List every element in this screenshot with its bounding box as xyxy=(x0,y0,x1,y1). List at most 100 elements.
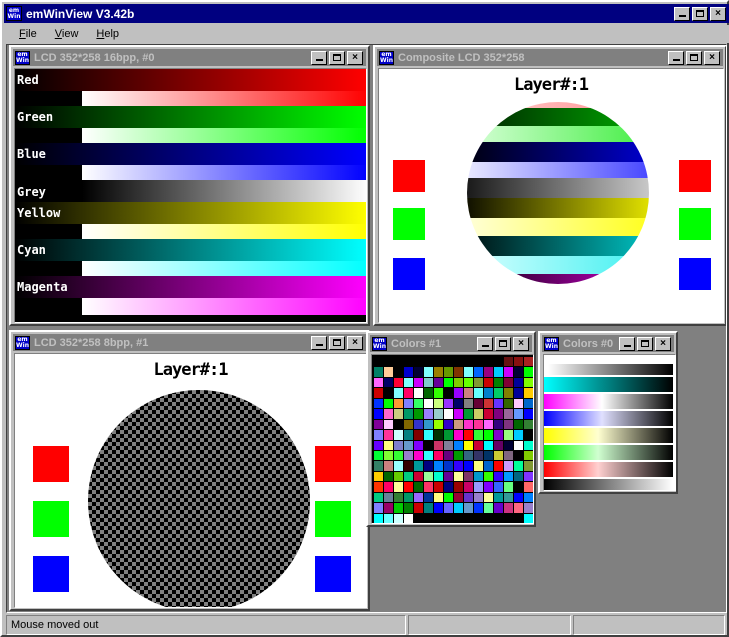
palette-swatch[interactable] xyxy=(524,430,533,440)
palette-swatch[interactable] xyxy=(424,398,433,409)
palette-swatch[interactable] xyxy=(444,377,453,388)
palette-swatch[interactable] xyxy=(394,419,403,430)
palette-swatch[interactable] xyxy=(404,513,413,523)
palette-swatch[interactable] xyxy=(504,357,513,367)
palette-swatch[interactable] xyxy=(504,409,513,419)
palette-swatch[interactable] xyxy=(474,450,483,461)
palette-swatch[interactable] xyxy=(474,388,483,398)
palette-swatch[interactable] xyxy=(454,357,463,367)
palette-swatch[interactable] xyxy=(374,430,383,440)
palette-swatch[interactable] xyxy=(404,492,413,503)
palette-swatch[interactable] xyxy=(424,357,433,367)
palette-swatch[interactable] xyxy=(424,430,433,440)
palette-swatch[interactable] xyxy=(404,503,413,513)
palette-swatch[interactable] xyxy=(514,419,523,430)
palette-swatch[interactable] xyxy=(464,377,473,388)
palette-swatch[interactable] xyxy=(474,419,483,430)
palette-swatch[interactable] xyxy=(404,461,413,471)
palette-swatch[interactable] xyxy=(474,471,483,482)
palette-swatch[interactable] xyxy=(394,357,403,367)
palette-swatch[interactable] xyxy=(394,513,403,523)
palette-swatch[interactable] xyxy=(394,409,403,419)
palette-swatch[interactable] xyxy=(484,409,493,419)
palette-swatch[interactable] xyxy=(514,513,523,523)
palette-swatch[interactable] xyxy=(514,450,523,461)
palette-swatch[interactable] xyxy=(514,388,523,398)
palette-swatch[interactable] xyxy=(464,503,473,513)
palette-swatch[interactable] xyxy=(424,471,433,482)
palette-swatch[interactable] xyxy=(524,367,533,377)
palette-swatch[interactable] xyxy=(414,398,423,409)
palette-swatch[interactable] xyxy=(454,461,463,471)
color-palette-grid[interactable] xyxy=(374,357,533,523)
palette-swatch[interactable] xyxy=(474,409,483,419)
palette-swatch[interactable] xyxy=(524,450,533,461)
palette-swatch[interactable] xyxy=(384,503,393,513)
palette-swatch[interactable] xyxy=(434,409,443,419)
palette-swatch[interactable] xyxy=(484,471,493,482)
colors0-canvas[interactable] xyxy=(543,354,676,491)
palette-swatch[interactable] xyxy=(444,513,453,523)
palette-swatch[interactable] xyxy=(384,367,393,377)
palette-swatch[interactable] xyxy=(444,450,453,461)
palette-swatch[interactable] xyxy=(444,398,453,409)
palette-swatch[interactable] xyxy=(414,482,423,492)
palette-swatch[interactable] xyxy=(374,482,383,492)
close-button[interactable]: × xyxy=(347,335,363,350)
palette-swatch[interactable] xyxy=(454,482,463,492)
palette-swatch[interactable] xyxy=(454,471,463,482)
palette-swatch[interactable] xyxy=(514,461,523,471)
palette-swatch[interactable] xyxy=(424,513,433,523)
palette-swatch[interactable] xyxy=(374,461,383,471)
palette-swatch[interactable] xyxy=(384,440,393,450)
palette-swatch[interactable] xyxy=(474,398,483,409)
palette-swatch[interactable] xyxy=(424,419,433,430)
maximize-button[interactable] xyxy=(692,6,708,21)
palette-swatch[interactable] xyxy=(494,450,503,461)
close-button[interactable]: × xyxy=(347,50,363,65)
palette-swatch[interactable] xyxy=(524,398,533,409)
palette-swatch[interactable] xyxy=(454,388,463,398)
palette-swatch[interactable] xyxy=(514,440,523,450)
palette-swatch[interactable] xyxy=(404,440,413,450)
palette-swatch[interactable] xyxy=(484,450,493,461)
palette-swatch[interactable] xyxy=(484,492,493,503)
palette-swatch[interactable] xyxy=(504,492,513,503)
palette-swatch[interactable] xyxy=(414,430,423,440)
palette-swatch[interactable] xyxy=(524,357,533,367)
palette-swatch[interactable] xyxy=(394,461,403,471)
minimize-button[interactable] xyxy=(477,336,493,351)
palette-swatch[interactable] xyxy=(524,492,533,503)
palette-swatch[interactable] xyxy=(504,388,513,398)
composite-canvas[interactable]: Layer#:1 xyxy=(378,68,724,323)
close-button[interactable]: × xyxy=(655,336,671,351)
palette-swatch[interactable] xyxy=(504,377,513,388)
palette-swatch[interactable] xyxy=(374,471,383,482)
palette-swatch[interactable] xyxy=(394,482,403,492)
palette-swatch[interactable] xyxy=(434,430,443,440)
palette-swatch[interactable] xyxy=(444,367,453,377)
palette-swatch[interactable] xyxy=(404,419,413,430)
palette-swatch[interactable] xyxy=(374,398,383,409)
palette-swatch[interactable] xyxy=(434,471,443,482)
palette-swatch[interactable] xyxy=(464,367,473,377)
palette-swatch[interactable] xyxy=(464,388,473,398)
palette-swatch[interactable] xyxy=(434,482,443,492)
palette-swatch[interactable] xyxy=(464,440,473,450)
palette-swatch[interactable] xyxy=(514,471,523,482)
palette-swatch[interactable] xyxy=(504,503,513,513)
palette-swatch[interactable] xyxy=(484,503,493,513)
palette-swatch[interactable] xyxy=(394,398,403,409)
palette-swatch[interactable] xyxy=(384,388,393,398)
palette-swatch[interactable] xyxy=(384,513,393,523)
palette-swatch[interactable] xyxy=(384,357,393,367)
palette-swatch[interactable] xyxy=(454,492,463,503)
palette-swatch[interactable] xyxy=(394,440,403,450)
palette-swatch[interactable] xyxy=(504,440,513,450)
palette-swatch[interactable] xyxy=(494,430,503,440)
palette-swatch[interactable] xyxy=(494,419,503,430)
palette-swatch[interactable] xyxy=(454,409,463,419)
palette-swatch[interactable] xyxy=(474,367,483,377)
palette-swatch[interactable] xyxy=(524,388,533,398)
palette-swatch[interactable] xyxy=(524,377,533,388)
